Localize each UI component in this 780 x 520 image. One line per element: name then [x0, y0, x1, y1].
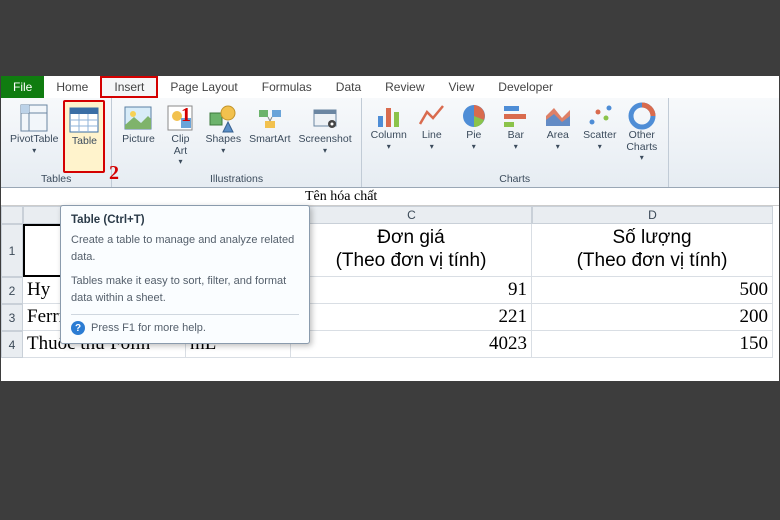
area-chart-button[interactable]: Area▾: [538, 100, 578, 173]
chevron-down-icon: ▾: [32, 146, 36, 155]
cell-C3[interactable]: 221: [291, 304, 532, 331]
scatter-chart-icon: [586, 102, 614, 130]
tooltip-table: Table (Ctrl+T) Create a table to manage …: [60, 205, 310, 344]
formula-bar: Tên hóa chất: [1, 188, 779, 206]
chevron-down-icon: ▾: [556, 142, 560, 151]
tab-review[interactable]: Review: [373, 76, 436, 98]
row-header-4[interactable]: 4: [1, 331, 23, 358]
row-header-3[interactable]: 3: [1, 304, 23, 331]
line-chart-icon: [418, 102, 446, 130]
other-charts-label: Other Charts: [626, 130, 657, 153]
pie-chart-label: Pie: [466, 130, 481, 142]
smartart-button[interactable]: SmartArt: [246, 100, 293, 173]
pivottable-label: PivotTable: [10, 134, 58, 146]
tab-view[interactable]: View: [437, 76, 487, 98]
chevron-down-icon: ▾: [472, 142, 476, 151]
table-button[interactable]: Table: [63, 100, 105, 173]
chevron-down-icon: ▾: [323, 146, 327, 155]
tooltip-title: Table (Ctrl+T): [71, 214, 299, 226]
line-chart-label: Line: [422, 130, 442, 142]
screenshot-icon: [309, 102, 341, 134]
tab-insert[interactable]: Insert: [100, 76, 158, 98]
smartart-label: SmartArt: [249, 134, 290, 146]
chevron-down-icon: ▾: [430, 142, 434, 151]
chevron-down-icon: ▾: [640, 153, 644, 162]
tab-data[interactable]: Data: [324, 76, 373, 98]
formula-value[interactable]: Tên hóa chất: [301, 189, 377, 205]
chevron-down-icon: ▾: [514, 142, 518, 151]
table-label: Table: [72, 136, 97, 148]
other-charts-icon: [628, 102, 656, 130]
picture-icon: [122, 102, 154, 134]
cell-C2[interactable]: 91: [291, 277, 532, 304]
area-chart-label: Area: [547, 130, 569, 142]
scatter-chart-button[interactable]: Scatter▾: [580, 100, 620, 173]
clipart-label: Clip Art: [171, 134, 189, 157]
column-chart-label: Column: [371, 130, 407, 142]
smartart-icon: [254, 102, 286, 134]
cell-D3[interactable]: 200: [532, 304, 773, 331]
cell-D2[interactable]: 500: [532, 277, 773, 304]
picture-button[interactable]: Picture: [118, 100, 158, 173]
column-chart-button[interactable]: Column▾: [368, 100, 410, 173]
pivottable-button[interactable]: PivotTable▾: [7, 100, 61, 173]
group-illustrations: Picture Clip Art▾ Shapes▾ SmartArt Scree…: [112, 98, 361, 187]
help-icon: ?: [71, 321, 85, 335]
chevron-down-icon: ▾: [178, 157, 182, 166]
cell-C1[interactable]: Đơn giá(Theo đơn vị tính): [291, 224, 532, 277]
screenshot-label: Screenshot: [299, 134, 352, 146]
row-header-2[interactable]: 2: [1, 277, 23, 304]
screenshot-button[interactable]: Screenshot▾: [296, 100, 355, 173]
bar-chart-button[interactable]: Bar▾: [496, 100, 536, 173]
tab-page-layout[interactable]: Page Layout: [158, 76, 249, 98]
cell-C4[interactable]: 4023: [291, 331, 532, 358]
scatter-chart-label: Scatter: [583, 130, 616, 142]
cell-D4[interactable]: 150: [532, 331, 773, 358]
col-header-D[interactable]: D: [532, 206, 773, 224]
line-chart-button[interactable]: Line▾: [412, 100, 452, 173]
shapes-icon: [207, 102, 239, 134]
other-charts-button[interactable]: Other Charts▾: [622, 100, 662, 173]
area-chart-icon: [544, 102, 572, 130]
tab-home[interactable]: Home: [44, 76, 100, 98]
column-chart-icon: [375, 102, 403, 130]
select-all-corner[interactable]: [1, 206, 23, 224]
group-label-charts: Charts: [368, 173, 662, 187]
pivottable-icon: [18, 102, 50, 134]
annotation-1: 1: [181, 104, 191, 127]
shapes-button[interactable]: Shapes▾: [202, 100, 244, 173]
group-label-illustrations: Illustrations: [118, 173, 354, 187]
group-label-tables: Tables: [7, 173, 105, 187]
annotation-2: 2: [109, 162, 119, 185]
pie-chart-icon: [460, 102, 488, 130]
tab-file[interactable]: File: [1, 76, 44, 98]
chevron-down-icon: ▾: [221, 146, 225, 155]
cell-D1[interactable]: Số lượng(Theo đơn vị tính): [532, 224, 773, 277]
ribbon: 1 2 PivotTable▾ Table Tables Picture: [1, 98, 779, 188]
col-header-C[interactable]: C: [291, 206, 532, 224]
tab-formulas[interactable]: Formulas: [250, 76, 324, 98]
tooltip-footer: ? Press F1 for more help.: [71, 314, 299, 335]
bar-chart-label: Bar: [508, 130, 524, 142]
group-charts: Column▾ Line▾ Pie▾ Bar▾ Area▾: [362, 98, 669, 187]
tooltip-p1: Create a table to manage and analyze rel…: [71, 232, 299, 265]
chevron-down-icon: ▾: [387, 142, 391, 151]
tooltip-p2: Tables make it easy to sort, filter, and…: [71, 273, 299, 306]
picture-label: Picture: [122, 134, 155, 146]
bar-chart-icon: [502, 102, 530, 130]
tab-developer[interactable]: Developer: [486, 76, 565, 98]
group-tables: PivotTable▾ Table Tables: [1, 98, 112, 187]
row-header-1[interactable]: 1: [1, 224, 23, 277]
pie-chart-button[interactable]: Pie▾: [454, 100, 494, 173]
chevron-down-icon: ▾: [598, 142, 602, 151]
tooltip-footer-text: Press F1 for more help.: [91, 322, 206, 334]
table-icon: [68, 104, 100, 136]
ribbon-tabs: File Home Insert Page Layout Formulas Da…: [1, 76, 779, 98]
shapes-label: Shapes: [205, 134, 241, 146]
